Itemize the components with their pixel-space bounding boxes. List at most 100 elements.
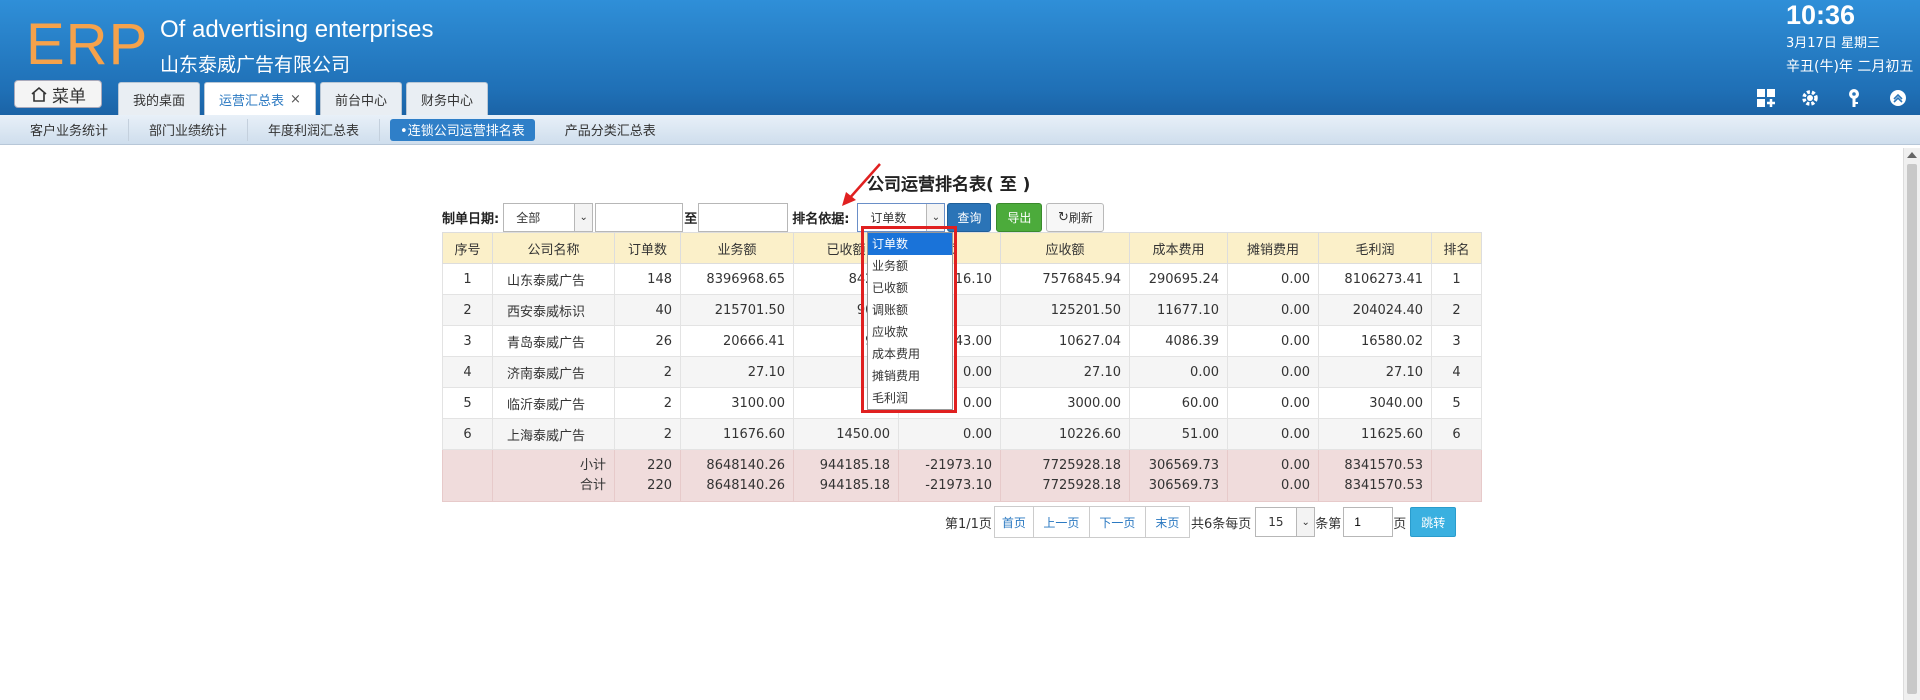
total-value: 8341570.53 xyxy=(1344,477,1423,493)
table-cell: 0.00 xyxy=(1227,263,1319,295)
table-cell: 2 xyxy=(442,294,493,326)
tab-label: 运营汇总表 xyxy=(219,93,285,109)
dashboard-icon[interactable] xyxy=(1754,86,1778,110)
subnav-chain-ranking[interactable]: •连锁公司运营排名表 xyxy=(390,118,535,141)
subtotal-value: 0.00 xyxy=(1281,457,1310,473)
table-cell: 125201.50 xyxy=(1000,294,1130,326)
subtotal-value: 7725928.18 xyxy=(1042,457,1121,473)
table-cell: 26 xyxy=(614,325,681,357)
table-cell: 5 xyxy=(1431,387,1482,419)
table-cell: 7576845.94 xyxy=(1000,263,1130,295)
table-row[interactable]: 1山东泰威广告1488396968.658423816.107576845.94… xyxy=(442,263,1482,295)
table-row[interactable]: 5 临沂泰威广告 2 3100.00 0.00 3000.00 60.00 0.00 3040.… xyxy=(442,387,1482,419)
table-cell: 51.00 xyxy=(1129,418,1228,450)
dropdown-option[interactable]: 毛利润 xyxy=(868,387,952,409)
record-count: 共6条每页 xyxy=(1190,516,1252,532)
tab-finance[interactable]: 财务中心 xyxy=(405,82,488,115)
last-page-button[interactable]: 末页 xyxy=(1145,506,1190,538)
next-page-button[interactable]: 下一页 xyxy=(1089,506,1146,538)
col-header: 排名 xyxy=(1431,232,1482,264)
totals-cell: 0.00 0.00 xyxy=(1227,449,1319,502)
scroll-thumb[interactable] xyxy=(1907,164,1917,694)
tab-operations-summary[interactable]: 运营汇总表 × xyxy=(204,82,316,115)
table-cell: 3100.00 xyxy=(680,387,794,419)
table-cell: 1 xyxy=(442,263,493,295)
table-row[interactable]: 4 济南泰威广告 2 27.10 0.00 27.10 0.00 0.00 27.10 4 xyxy=(442,356,1482,388)
dropdown-option[interactable]: 业务额 xyxy=(868,255,952,277)
subnav-customer-stats[interactable]: 客户业务统计 xyxy=(10,118,130,141)
subtotal-value: 220 xyxy=(647,457,672,473)
lunar-date: 辛丑(牛)年 二月初五 xyxy=(1786,59,1914,75)
table-cell: 3040.00 xyxy=(1318,387,1432,419)
tab-label: 财务中心 xyxy=(420,93,473,109)
subtotal-value: 8648140.26 xyxy=(706,457,785,473)
table-cell: 山东泰威广告 xyxy=(492,263,615,295)
date-range-select[interactable]: 全部 ⌄ xyxy=(503,202,594,232)
table-cell: 青岛泰威广告 xyxy=(492,325,615,357)
total-value: 8648140.26 xyxy=(706,477,785,493)
pagination: 第1/1页 首页 上一页 下一页 末页 共6条每页 15 ⌄ 条第 页 跳转 xyxy=(945,506,1457,538)
table-cell: 40 xyxy=(614,294,681,326)
table-cell: 6 xyxy=(1431,418,1482,450)
table-cell: 西安泰威标识 xyxy=(492,294,615,326)
dropdown-option[interactable]: 订单数 xyxy=(868,233,952,255)
export-button[interactable]: 导出 xyxy=(996,202,1043,232)
table-cell: 290695.24 xyxy=(1129,263,1228,295)
table-cell: 8106273.41 xyxy=(1318,263,1432,295)
refresh-button[interactable]: ↻ 刷新 xyxy=(1046,202,1105,232)
rank-basis-select[interactable]: 订单数 ⌄ xyxy=(857,202,946,232)
date-range-value: 全部 xyxy=(516,210,541,225)
company-name-en: Of advertising enterprises xyxy=(160,16,434,43)
report-title: 公司运营排名表( 至 ) xyxy=(867,175,1031,195)
prev-page-button[interactable]: 上一页 xyxy=(1033,506,1090,538)
dropdown-option[interactable]: 调账额 xyxy=(868,299,952,321)
tab-front-desk[interactable]: 前台中心 xyxy=(319,82,402,115)
col-header: 公司名称 xyxy=(492,232,615,264)
table-row[interactable]: 2西安泰威标识40215701.509050125201.5011677.100… xyxy=(442,294,1482,326)
table-cell: 11677.10 xyxy=(1129,294,1228,326)
dropdown-option[interactable]: 应收款 xyxy=(868,321,952,343)
table-cell: 204024.40 xyxy=(1318,294,1432,326)
menu-button[interactable]: 菜单 xyxy=(14,80,102,108)
table-cell: 1450.00 xyxy=(793,418,899,450)
subnav-department-stats[interactable]: 部门业绩统计 xyxy=(129,118,249,141)
sub-navigation: 客户业务统计 部门业绩统计 年度利润汇总表 •连锁公司运营排名表 产品分类汇总表 xyxy=(0,115,1920,145)
date-to-input[interactable] xyxy=(698,202,789,232)
table-row[interactable]: 6 上海泰威广告 2 11676.60 1450.00 0.00 10226.60 51.00… xyxy=(442,418,1482,450)
subnav-product-summary[interactable]: 产品分类汇总表 xyxy=(545,119,676,141)
app-header: ERP Of advertising enterprises 山东泰威广告有限公… xyxy=(0,0,1920,115)
table-cell: 3 xyxy=(442,325,493,357)
subnav-annual-profit[interactable]: 年度利润汇总表 xyxy=(248,118,381,141)
col-header: 毛利润 xyxy=(1318,232,1432,264)
table-cell: 4 xyxy=(442,356,493,388)
key-icon[interactable] xyxy=(1842,86,1866,110)
clock-date: 3月17日 星期三 xyxy=(1786,36,1880,51)
table-cell: 2 xyxy=(614,356,681,388)
totals-cell: 8648140.26 8648140.26 xyxy=(680,449,794,502)
dropdown-option[interactable]: 成本费用 xyxy=(868,343,952,365)
tab-desktop[interactable]: 我的桌面 xyxy=(118,82,201,115)
page-size-select[interactable]: 15 ⌄ xyxy=(1255,507,1316,537)
first-page-button[interactable]: 首页 xyxy=(993,506,1034,538)
goto-page-input[interactable] xyxy=(1343,507,1394,537)
vertical-scrollbar[interactable] xyxy=(1903,148,1920,700)
header-toolbar xyxy=(1754,86,1910,110)
table-cell: 4 xyxy=(1431,356,1482,388)
ranking-table: 序号 公司名称 订单数 业务额 已收额 额 应收额 成本费用 摊销费用 毛利润 … xyxy=(442,232,1482,502)
dropdown-option[interactable]: 摊销费用 xyxy=(868,365,952,387)
page-size-value: 15 xyxy=(1268,515,1284,529)
table-body: 1山东泰威广告1488396968.658423816.107576845.94… xyxy=(442,263,1482,502)
scroll-up-icon[interactable] xyxy=(1907,152,1917,158)
query-button[interactable]: 查询 xyxy=(947,202,992,232)
close-icon[interactable]: × xyxy=(290,92,301,107)
collapse-icon[interactable] xyxy=(1886,86,1910,110)
settings-icon[interactable] xyxy=(1798,86,1822,110)
totals-cell: 8341570.53 8341570.53 xyxy=(1318,449,1432,502)
table-row[interactable]: 3青岛泰威广告2620666.4197943.0010627.044086.39… xyxy=(442,325,1482,357)
col-header: 订单数 xyxy=(614,232,681,264)
date-from-input[interactable] xyxy=(595,202,684,232)
dropdown-option[interactable]: 已收额 xyxy=(868,277,952,299)
jump-button[interactable]: 跳转 xyxy=(1410,507,1457,537)
table-cell: 2 xyxy=(614,387,681,419)
table-cell: 8396968.65 xyxy=(680,263,794,295)
